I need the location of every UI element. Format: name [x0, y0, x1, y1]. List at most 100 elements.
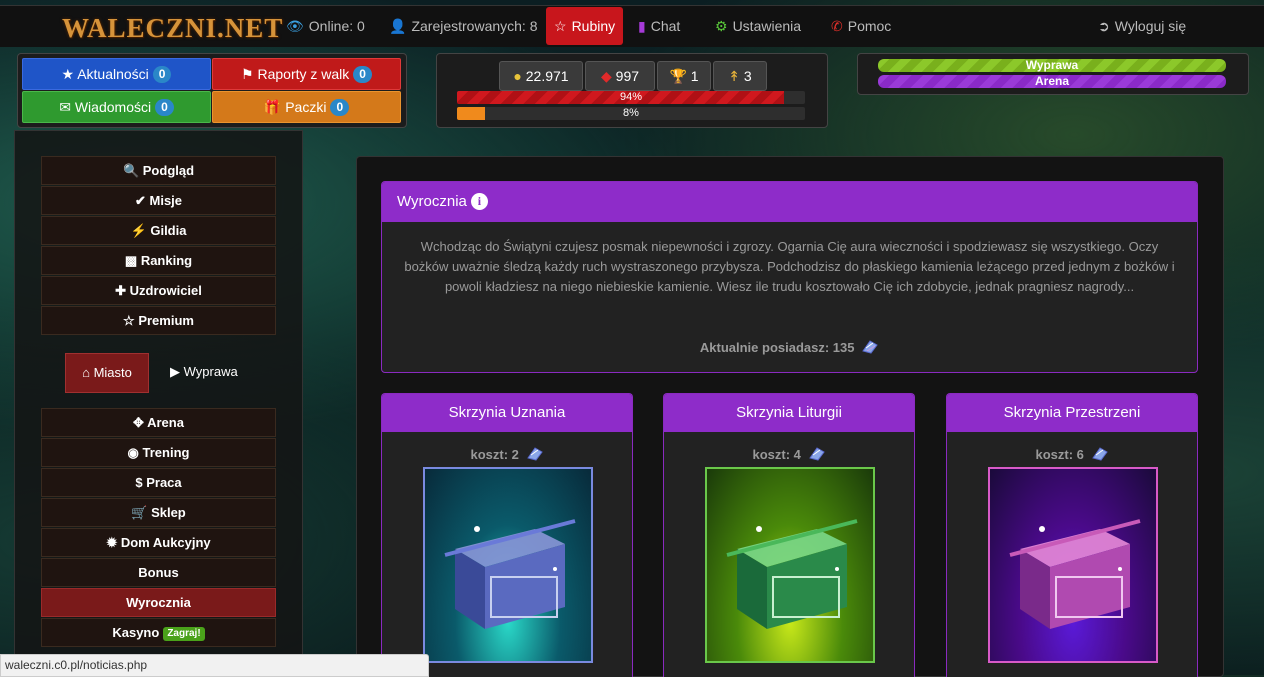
sidebar-item-label: Ranking	[140, 253, 193, 268]
search-icon: 🔍	[122, 163, 140, 178]
tab-city[interactable]: ⌂ Miasto	[65, 353, 149, 393]
chat-link[interactable]: ▮ Chat	[638, 6, 680, 47]
sidebar-item-arena[interactable]: ✥ Arena	[41, 408, 276, 437]
rank-stat[interactable]: ↟ 3	[713, 61, 767, 91]
online-counter[interactable]: 👁 Online: 0	[286, 6, 365, 47]
rubies-value: 997	[615, 68, 640, 84]
chest-title: Skrzynia Uznania	[382, 394, 632, 432]
chest-card[interactable]: Skrzynia Przestrzeni koszt: 6	[946, 393, 1198, 677]
arena-status-bar[interactable]: Arena	[878, 75, 1226, 88]
help-link[interactable]: ✆ Pomoc	[831, 6, 891, 47]
news-button[interactable]: ★ Aktualności 0	[22, 58, 211, 90]
sidebar-item-healer[interactable]: ✚ Uzdrowiciel	[41, 276, 276, 305]
sidebar-item-auction-house[interactable]: ✹ Dom Aukcyjny	[41, 528, 276, 557]
chest-cost-label: koszt: 6	[1035, 447, 1084, 462]
chest-image[interactable]	[423, 467, 593, 663]
play-icon: ▶	[170, 364, 180, 379]
chest-image[interactable]	[988, 467, 1158, 663]
crystal-icon	[526, 446, 544, 465]
gold-coin-icon: ●	[513, 68, 522, 84]
reports-button[interactable]: ⚑ Raporty z walk 0	[212, 58, 401, 90]
crystal-icon	[808, 446, 826, 465]
chat-label: Chat	[650, 18, 681, 34]
sidebar-item-label: Praca	[146, 475, 182, 490]
registered-label: Zarejestrowanych: 8	[411, 18, 538, 34]
sidebar: 🔍 Podgląd ✔ Misje ⚡ Gildia ▩ Ranking ✚ U…	[14, 130, 303, 677]
registered-counter[interactable]: 👤 Zarejestrowanych: 8	[389, 6, 538, 47]
online-label: Online: 0	[308, 18, 365, 34]
sidebar-item-training[interactable]: ◉ Trening	[41, 438, 276, 467]
chest-cost-label: koszt: 2	[470, 447, 519, 462]
sidebar-item-label: Sklep	[151, 505, 186, 520]
stats-panel: ● 22.971 ◆ 997 🏆 1 ↟ 3 94% 8%	[436, 53, 828, 128]
rubies-stat[interactable]: ◆ 997	[585, 61, 655, 91]
crystal-icon	[861, 339, 879, 358]
home-icon: ⌂	[82, 365, 90, 380]
top-navbar: WALECZNI.NET 👁 Online: 0 👤 Zarejestrowanyc…	[0, 5, 1264, 47]
gold-value: 22.971	[525, 68, 569, 84]
gear-icon: ⚙	[715, 18, 728, 34]
sidebar-item-oracle[interactable]: Wyrocznia	[41, 588, 276, 617]
sidebar-item-label: Dom Aukcyjny	[120, 535, 211, 550]
chest-card[interactable]: Skrzynia Uznania koszt: 2	[381, 393, 633, 677]
experience-bar-label: 8%	[623, 107, 639, 119]
flag-icon: ⚑	[241, 66, 254, 82]
logout-icon: ➲	[1098, 18, 1110, 34]
messages-button[interactable]: ✉ Wiadomości 0	[22, 91, 211, 123]
eye-icon: 👁	[286, 18, 304, 34]
help-label: Pomoc	[847, 18, 892, 34]
rubiny-label: Rubiny	[571, 18, 616, 34]
rank-value: 3	[743, 68, 752, 84]
sidebar-item-bonus[interactable]: Bonus	[41, 558, 276, 587]
gold-stat[interactable]: ● 22.971	[499, 61, 583, 91]
trophies-stat[interactable]: 🏆 1	[657, 61, 711, 91]
sidebar-item-label: Misje	[149, 193, 183, 208]
treasure-chest-icon	[726, 519, 858, 629]
crosshair-icon: ✥	[133, 415, 144, 430]
packages-button[interactable]: 🎁 Paczki 0	[212, 91, 401, 123]
star-icon: ★	[61, 66, 75, 82]
user-icon: 👤	[389, 18, 407, 34]
reports-count-badge: 0	[353, 66, 372, 83]
sidebar-item-guild[interactable]: ⚡ Gildia	[41, 216, 276, 245]
messages-count-badge: 0	[155, 99, 174, 116]
reports-label: Raporty z walk	[257, 66, 350, 82]
gift-icon: 🎁	[263, 99, 282, 115]
tab-expedition[interactable]: ▶ Wyprawa	[170, 353, 250, 391]
signal-bars-icon: ▩	[124, 253, 138, 268]
sidebar-item-label: Wyrocznia	[126, 595, 191, 610]
treasure-chest-icon	[444, 519, 576, 629]
owned-crystals-label: Aktualnie posiadasz: 135	[699, 340, 855, 355]
check-icon: ✔	[134, 193, 146, 208]
sidebar-item-casino[interactable]: Kasyno Zagraj!	[41, 618, 276, 647]
info-icon[interactable]: i	[470, 193, 488, 210]
site-logo[interactable]: WALECZNI.NET	[62, 13, 283, 44]
packages-label: Paczki	[285, 99, 327, 115]
tab-expedition-label: Wyprawa	[183, 364, 238, 379]
casino-play-badge[interactable]: Zagraj!	[163, 627, 205, 641]
settings-link[interactable]: ⚙ Ustawienia	[715, 6, 801, 47]
oracle-panel: Wyrocznia i Wchodząc do Świątyni czujesz …	[381, 181, 1198, 373]
cart-icon: 🛒	[131, 505, 148, 520]
sidebar-item-work[interactable]: $ Praca	[41, 468, 276, 497]
tab-city-label: Miasto	[93, 365, 132, 380]
plus-icon: ✚	[115, 283, 127, 298]
rubiny-button[interactable]: ☆ Rubiny	[546, 7, 624, 45]
sidebar-item-label: Uzdrowiciel	[129, 283, 202, 298]
oracle-header: Wyrocznia i	[382, 182, 1197, 222]
settings-label: Ustawienia	[732, 18, 802, 34]
sidebar-item-shop[interactable]: 🛒 Sklep	[41, 498, 276, 527]
sidebar-item-ranking[interactable]: ▩ Ranking	[41, 246, 276, 275]
expedition-status-bar[interactable]: Wyprawa	[878, 59, 1226, 72]
health-bar: 94%	[457, 91, 805, 104]
oracle-description: Wchodząc do Świątyni czujesz posmak niep…	[404, 239, 1175, 294]
chest-image[interactable]	[705, 467, 875, 663]
star-icon: ☆	[554, 18, 567, 34]
logout-link[interactable]: ➲ Wyloguj się	[1098, 6, 1186, 47]
sidebar-item-overview[interactable]: 🔍 Podgląd	[41, 156, 276, 185]
gavel-icon: ✹	[106, 535, 118, 550]
sidebar-item-premium[interactable]: ☆ Premium	[41, 306, 276, 335]
chest-card[interactable]: Skrzynia Liturgii koszt: 4	[663, 393, 915, 677]
sidebar-item-missions[interactable]: ✔ Misje	[41, 186, 276, 215]
health-bar-label: 94%	[619, 91, 643, 103]
